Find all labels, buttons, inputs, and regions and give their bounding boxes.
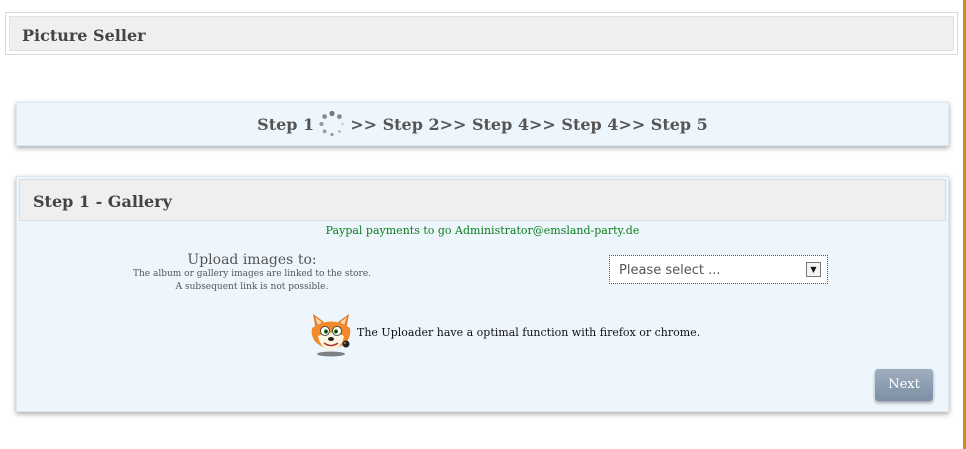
gallery-panel: Step 1 - Gallery Paypal payments to go A… xyxy=(16,176,949,412)
upload-label: Upload images to: xyxy=(187,252,317,268)
step-1-label: Step 1 xyxy=(257,114,315,134)
spinner-icon xyxy=(319,110,344,137)
browser-compatibility-note: The Uploader have a optimal function wit… xyxy=(357,326,701,339)
chevron-down-icon[interactable]: ▼ xyxy=(806,262,821,277)
step-4-label: >> Step 4 xyxy=(529,114,619,134)
paypal-note: Paypal payments to go Administrator@emsl… xyxy=(325,224,640,237)
app-header: Picture Seller xyxy=(5,12,958,55)
page-title: Picture Seller xyxy=(22,26,146,45)
fox-icon xyxy=(311,314,351,357)
step-5-label: >> Step 5 xyxy=(618,114,708,134)
gallery-panel-header: Step 1 - Gallery xyxy=(19,179,946,221)
step-progress-bar: Step 1 >> Step 2 >> Step 4 >> Step 4 >> … xyxy=(16,102,949,146)
step-3-label: >> Step 4 xyxy=(439,114,529,134)
gallery-select[interactable]: Please select ... ▼ xyxy=(609,255,828,284)
step-2-label: >> Step 2 xyxy=(350,114,440,134)
panel-title: Step 1 - Gallery xyxy=(33,192,172,211)
upload-target-info: Upload images to: The album or gallery i… xyxy=(127,252,377,294)
app-header-bar: Picture Seller xyxy=(9,16,954,51)
upload-hint-line-1: The album or gallery images are linked t… xyxy=(132,269,372,279)
upload-hint-line-2: A subsequent link is not possible. xyxy=(175,282,329,292)
next-button[interactable]: Next xyxy=(875,369,933,401)
gallery-select-value: Please select ... xyxy=(619,263,721,278)
